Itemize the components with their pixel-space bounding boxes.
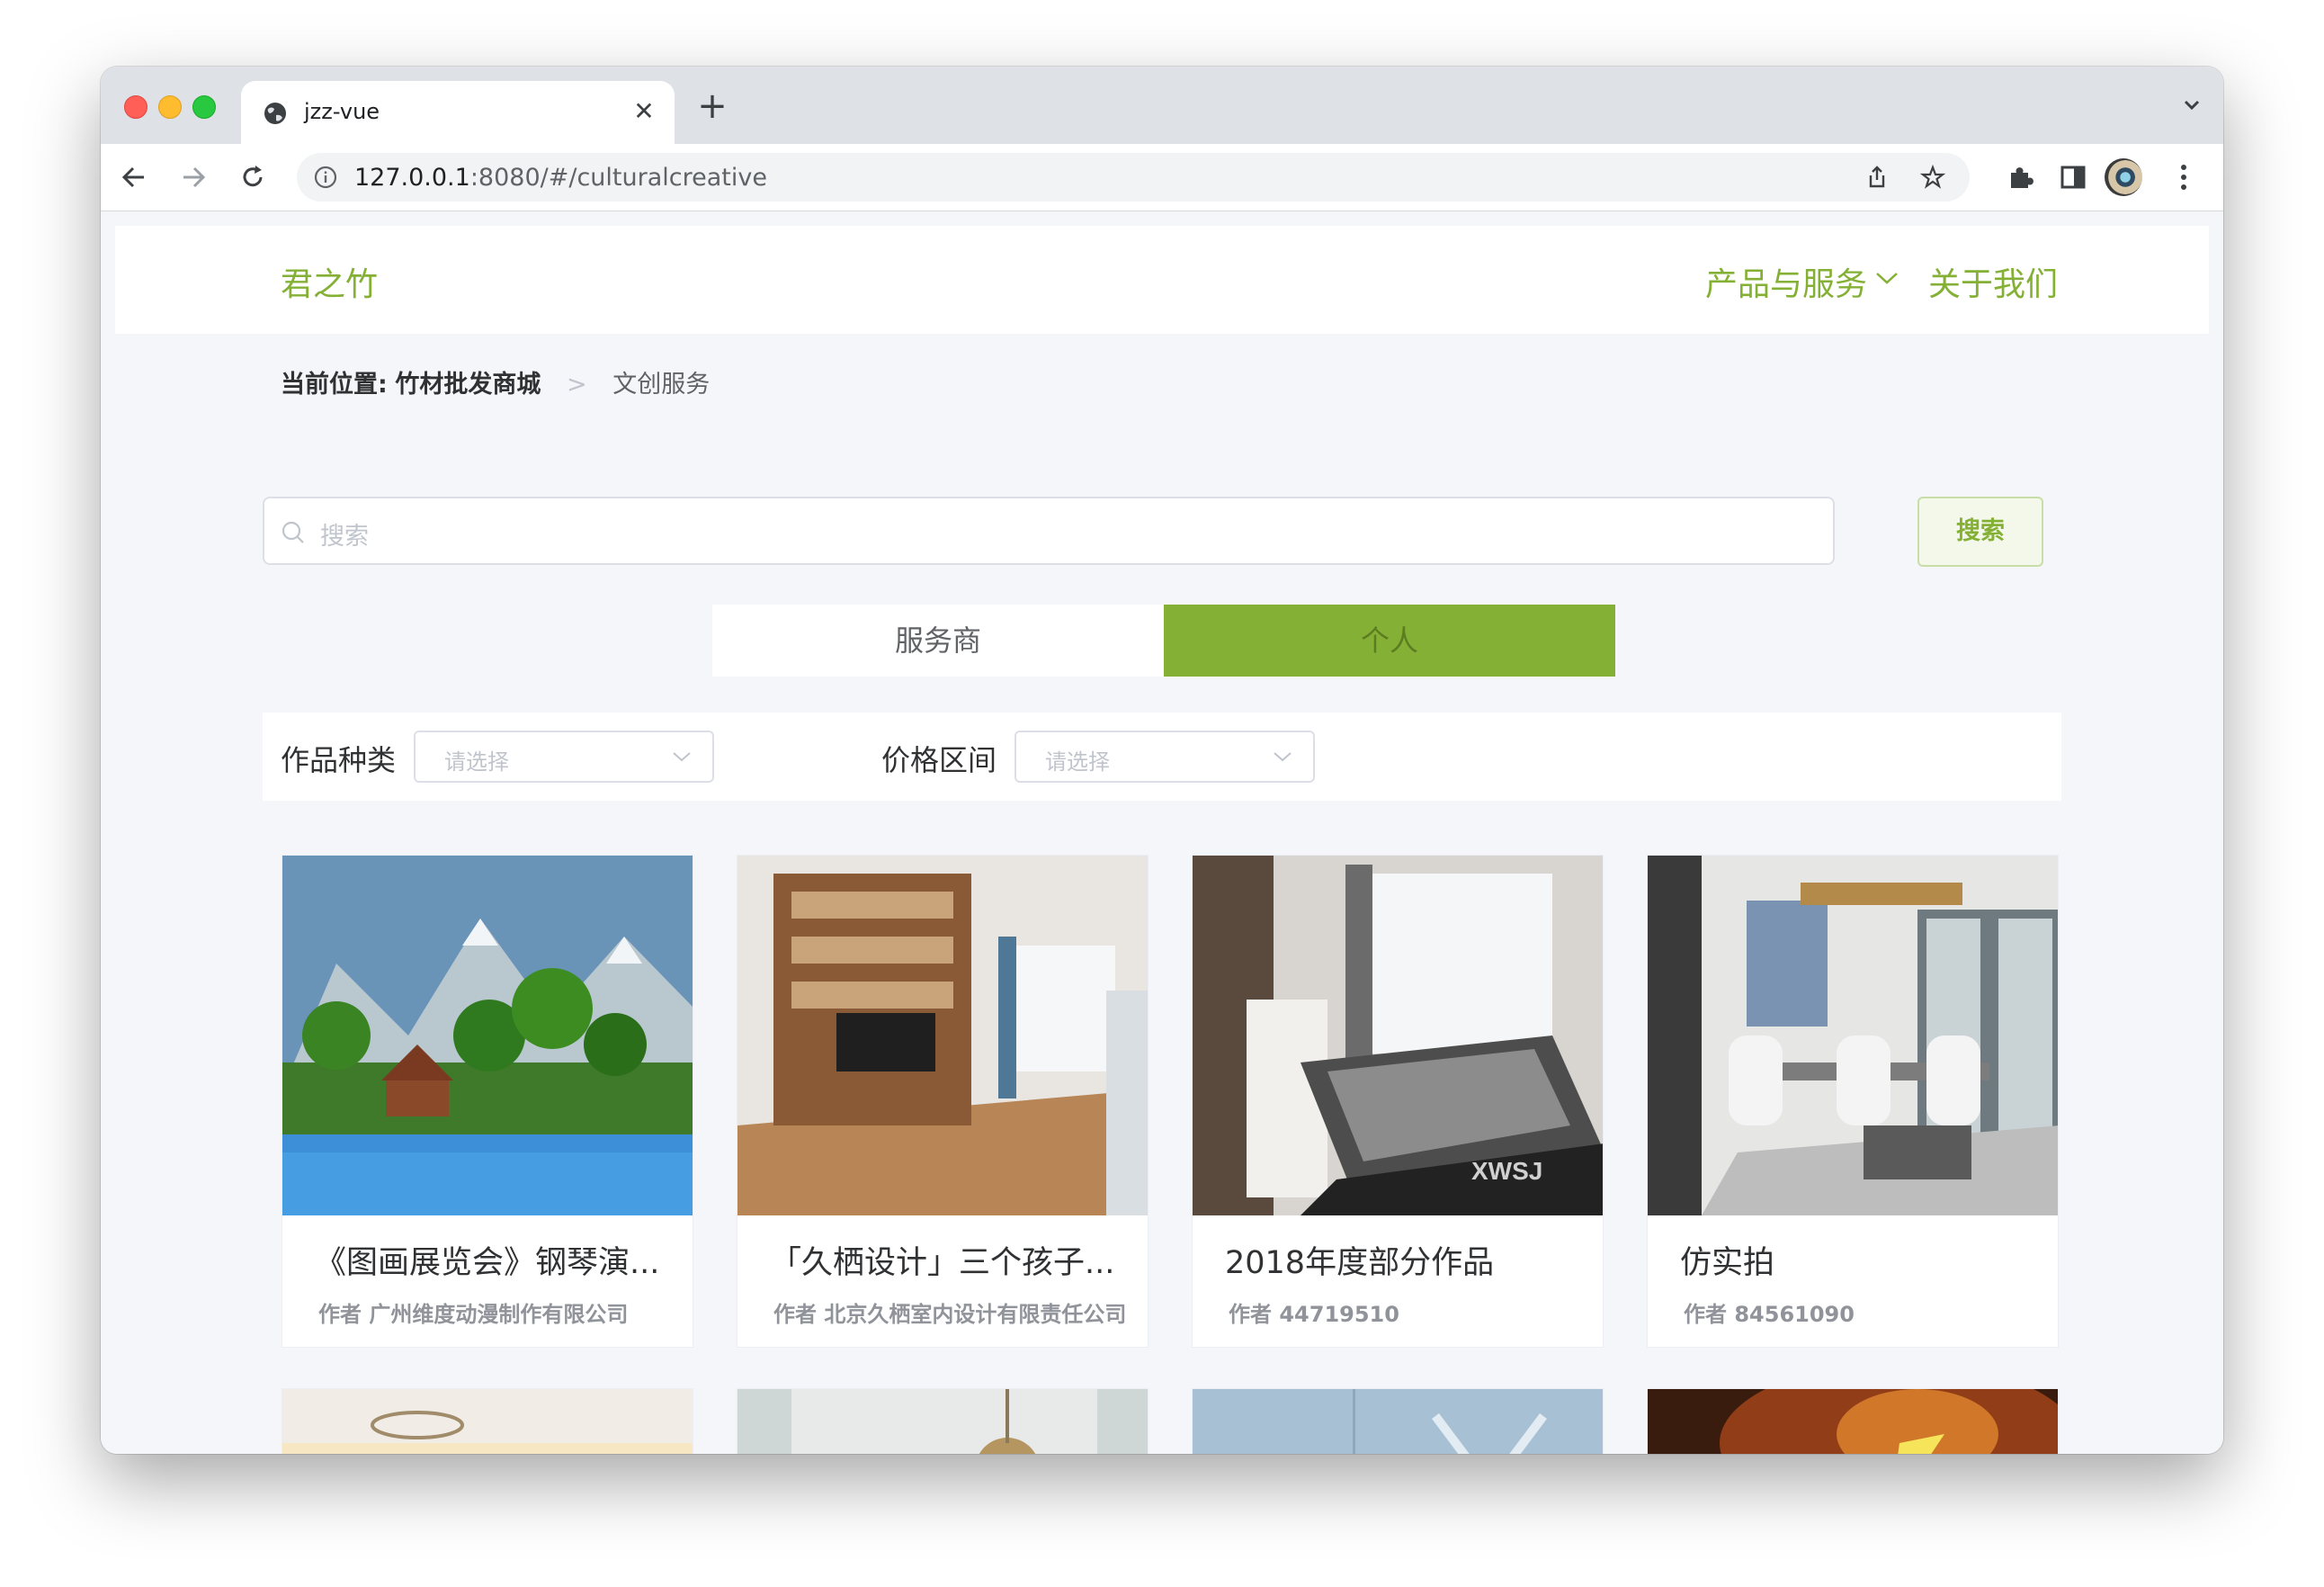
card-author-name: 广州维度动漫制作有限公司 (369, 1302, 629, 1327)
site-logo[interactable]: 君之竹 (281, 258, 378, 305)
tab-search-chevron-icon[interactable] (2178, 92, 2205, 119)
chevron-down-icon[interactable] (1874, 269, 1899, 287)
card-author: 作者 44719510 (1229, 1296, 1399, 1328)
work-card[interactable] (282, 1388, 693, 1454)
minimize-window-button[interactable] (158, 95, 182, 119)
site-info-icon[interactable] (313, 165, 338, 190)
work-card[interactable] (737, 1388, 1149, 1454)
category-select[interactable]: 请选择 (414, 731, 714, 783)
search-button[interactable]: 搜索 (1917, 497, 2043, 567)
bookmark-star-icon[interactable] (1919, 164, 1946, 191)
back-arrow-icon[interactable] (117, 160, 151, 194)
close-window-button[interactable] (124, 95, 147, 119)
maximize-window-button[interactable] (192, 95, 216, 119)
forward-arrow-icon[interactable] (176, 160, 210, 194)
card-image-interior (282, 1389, 693, 1454)
search-input[interactable]: 搜索 (263, 497, 1835, 565)
tab-individual[interactable]: 个人 (1164, 605, 1615, 677)
filter-bar: 作品种类 请选择 价格区间 请选择 (263, 713, 2061, 801)
chevron-down-icon (673, 752, 691, 762)
globe-icon (264, 103, 286, 124)
reload-icon[interactable] (236, 160, 270, 194)
close-tab-icon[interactable]: ✕ (630, 97, 658, 126)
nav-products-services[interactable]: 产品与服务 (1705, 258, 1867, 305)
breadcrumb: 当前位置: 竹材批发商城 > 文创服务 (281, 364, 710, 400)
url-text: 127.0.0.1:8080/#/culturalcreative (354, 164, 767, 192)
card-author-prefix: 作者 (773, 1302, 817, 1327)
nav-about-us[interactable]: 关于我们 (1928, 258, 2058, 305)
work-card[interactable]: XWSJ 2018年度部分作品 作者 44719510 (1192, 855, 1604, 1348)
browser-window: jzz-vue ✕ + 127.0.0.1:8080/#/culturalcre… (101, 67, 2223, 1454)
browser-tab[interactable]: jzz-vue ✕ (241, 81, 675, 144)
tab-title: jzz-vue (304, 99, 380, 124)
work-card[interactable]: 「久栖设计」三个孩子... 作者 北京久栖室内设计有限责任公司 (737, 855, 1149, 1348)
card-image-bedroom: XWSJ (1193, 856, 1603, 1215)
card-image-abstract (1193, 1389, 1603, 1454)
side-panel-icon[interactable] (2058, 162, 2088, 193)
chevron-down-icon (1274, 752, 1292, 762)
card-author-prefix: 作者 (1684, 1302, 1727, 1327)
card-image-dining-room (1648, 856, 2058, 1215)
card-image-landscape (282, 856, 693, 1215)
extensions-puzzle-icon[interactable] (2006, 162, 2036, 193)
breadcrumb-current: 文创服务 (612, 371, 711, 399)
work-card[interactable] (1647, 1388, 2059, 1454)
price-select-placeholder: 请选择 (1045, 749, 1110, 775)
browser-toolbar: 127.0.0.1:8080/#/culturalcreative (101, 144, 2223, 211)
profile-avatar[interactable] (2105, 158, 2142, 196)
url-host: 127.0.0.1 (354, 164, 470, 192)
work-card[interactable]: 仿实拍 作者 84561090 (1647, 855, 2059, 1348)
address-bar[interactable]: 127.0.0.1:8080/#/culturalcreative (297, 153, 1970, 202)
card-author-prefix: 作者 (318, 1302, 362, 1327)
tab-strip: jzz-vue ✕ + (101, 67, 2223, 144)
url-path: :8080/#/culturalcreative (469, 164, 767, 192)
search-placeholder: 搜索 (320, 523, 369, 551)
tab-service-provider[interactable]: 服务商 (712, 605, 1164, 677)
share-icon[interactable] (1864, 164, 1890, 191)
card-author-name: 北京久栖室内设计有限责任公司 (824, 1302, 1127, 1327)
breadcrumb-separator: > (567, 371, 587, 399)
svg-text:XWSJ: XWSJ (1471, 1157, 1542, 1185)
search-icon (282, 521, 304, 543)
card-image-chandelier (737, 1389, 1148, 1454)
card-author: 作者 84561090 (1684, 1296, 1855, 1328)
new-tab-icon[interactable]: + (694, 88, 730, 124)
card-image-living-room (737, 856, 1148, 1215)
card-author-prefix: 作者 (1229, 1302, 1272, 1327)
price-select[interactable]: 请选择 (1015, 731, 1315, 783)
page-viewport: 君之竹 产品与服务 关于我们 当前位置: 竹材批发商城 > 文创服务 搜索 搜索… (101, 211, 2223, 1454)
card-title: 《图画展览会》钢琴演... (315, 1245, 660, 1281)
breadcrumb-home-link[interactable]: 竹材批发商城 (395, 371, 541, 399)
card-title: 「久栖设计」三个孩子... (770, 1245, 1115, 1281)
card-title: 2018年度部分作品 (1225, 1245, 1495, 1281)
card-image-flame (1648, 1389, 2058, 1454)
more-menu-icon[interactable] (2175, 160, 2193, 194)
work-card[interactable]: 《图画展览会》钢琴演... 作者 广州维度动漫制作有限公司 (282, 855, 693, 1348)
card-author: 作者 广州维度动漫制作有限公司 (318, 1296, 628, 1328)
card-author-name: 84561090 (1734, 1302, 1855, 1327)
card-author: 作者 北京久栖室内设计有限责任公司 (773, 1296, 1126, 1328)
category-select-placeholder: 请选择 (444, 749, 509, 775)
site-header: 君之竹 产品与服务 关于我们 (115, 226, 2209, 334)
card-title: 仿实拍 (1680, 1245, 1775, 1281)
work-card[interactable] (1192, 1388, 1604, 1454)
card-author-name: 44719510 (1279, 1302, 1399, 1327)
breadcrumb-prefix: 当前位置: (281, 371, 388, 399)
category-filter-label: 作品种类 (281, 743, 397, 777)
price-filter-label: 价格区间 (881, 743, 997, 777)
